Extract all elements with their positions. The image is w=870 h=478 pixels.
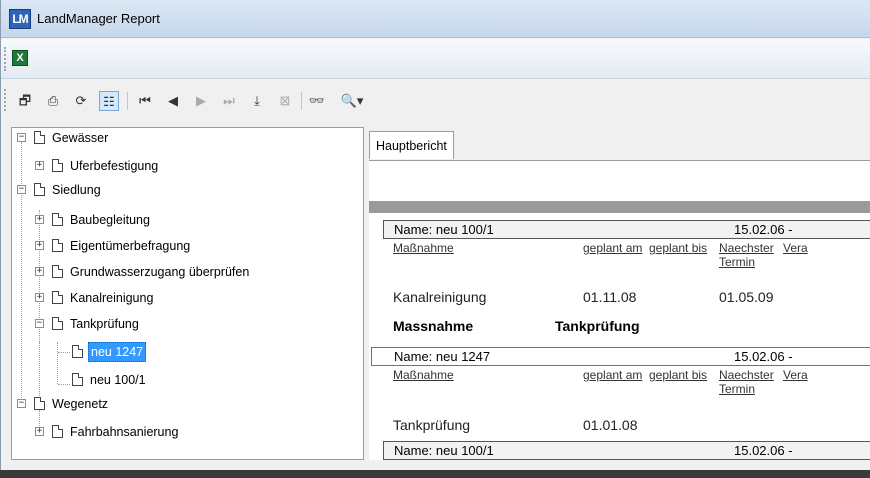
record-date: 15.02.06 - — [734, 222, 793, 237]
report-page: Name: neu 100/1 15.02.06 - Maßnahme gepl… — [369, 160, 870, 460]
document-icon — [72, 345, 83, 358]
tree-item-label: Gewässer — [52, 131, 109, 145]
toolbar-grip[interactable] — [4, 47, 7, 71]
tree-line — [58, 384, 70, 385]
group-value: Tankprüfung — [555, 318, 640, 334]
cell-massnahme: Tankprüfung — [393, 417, 471, 433]
tab-hauptbericht[interactable]: Hauptbericht — [369, 131, 454, 159]
record-header-selected[interactable]: Name: neu 1247 15.02.06 - — [371, 347, 870, 366]
cell-massnahme: Kanalreinigung — [393, 289, 487, 305]
collapse-icon[interactable]: − — [17, 399, 26, 408]
toolbar-grip[interactable] — [4, 89, 7, 111]
tree-item-label: Wegenetz — [52, 397, 109, 411]
document-icon — [52, 317, 63, 330]
tree-line — [39, 342, 40, 384]
record-name: Name: neu 100/1 — [394, 222, 494, 237]
col-header-geplant-bis[interactable]: geplant bis — [649, 368, 707, 382]
col-header-naechster[interactable]: Naechster — [719, 241, 774, 255]
document-icon — [52, 159, 63, 172]
cell-geplant-am: 01.01.08 — [583, 417, 638, 433]
group-tree-icon[interactable]: ☷ — [99, 91, 119, 111]
document-icon — [72, 373, 83, 386]
tree-item-label: Baubegleitung — [70, 213, 150, 227]
tree-item-label: Eigentümerbefragung — [70, 239, 191, 253]
report-toolbar — [1, 80, 870, 120]
col-header-termin[interactable]: Termin — [719, 255, 755, 269]
cell-geplant-am: 01.11.08 — [583, 289, 637, 305]
report-header-bar — [369, 201, 870, 213]
goto-page-icon[interactable]: ⤓ — [247, 91, 267, 111]
tree-item-label: Tankprüfung — [70, 317, 139, 331]
app-logo-icon: LM — [9, 9, 31, 29]
export-toolbar — [1, 39, 870, 79]
report-viewer: Hauptbericht Name: neu 100/1 15.02.06 - … — [369, 127, 870, 460]
tree-item-label: Kanalreinigung — [70, 291, 154, 305]
record-header[interactable]: Name: neu 100/1 15.02.06 - — [383, 441, 870, 460]
tree-item-label: Fahrbahnsanierung — [70, 425, 179, 439]
expand-icon[interactable]: + — [35, 293, 44, 302]
prev-page-icon[interactable]: ◀ — [163, 91, 183, 111]
record-name: Name: neu 100/1 — [394, 443, 494, 458]
expand-icon[interactable]: + — [35, 215, 44, 224]
refresh-icon[interactable]: ⟳ — [71, 91, 91, 111]
next-page-icon[interactable]: ▶ — [191, 91, 211, 111]
document-icon — [52, 265, 63, 278]
cell-naechster-termin: 01.05.09 — [719, 289, 774, 305]
group-tree: − Gewässer + Uferbefestigung − Siedlung … — [11, 127, 364, 460]
last-page-icon[interactable]: ⏭ — [219, 91, 239, 111]
stop-icon[interactable]: ⊠ — [275, 91, 295, 111]
col-header-vera[interactable]: Vera — [783, 368, 808, 382]
col-header-massnahme[interactable]: Maßnahme — [393, 368, 454, 382]
app-window: LM LandManager Report X 🗗 ⎙ ⟳ ☷ ⏮ ◀ ▶ ⏭ … — [0, 0, 870, 470]
collapse-icon[interactable]: − — [17, 185, 26, 194]
toolbar-separator — [301, 92, 302, 110]
document-icon — [52, 291, 63, 304]
tree-item-label: Uferbefestigung — [70, 159, 159, 173]
tree-item-label: neu 100/1 — [90, 373, 146, 387]
expand-icon[interactable]: + — [35, 161, 44, 170]
document-icon — [34, 183, 45, 196]
tree-line — [21, 188, 22, 400]
tree-line — [58, 352, 70, 353]
first-page-icon[interactable]: ⏮ — [135, 91, 155, 111]
toolbar-separator — [127, 92, 128, 110]
collapse-icon[interactable]: − — [17, 133, 26, 142]
expand-icon[interactable]: + — [35, 427, 44, 436]
record-date: 15.02.06 - — [734, 349, 793, 364]
expand-icon[interactable]: + — [35, 267, 44, 276]
record-name: Name: neu 1247 — [394, 349, 491, 364]
col-header-naechster[interactable]: Naechster — [719, 368, 774, 382]
tree-item-label: Grundwasserzugang überprüfen — [70, 265, 250, 279]
record-header[interactable]: Name: neu 100/1 15.02.06 - — [383, 220, 870, 239]
search-icon[interactable]: 👓 — [307, 91, 327, 111]
print-icon[interactable]: ⎙ — [43, 91, 63, 111]
record-date: 15.02.06 - — [734, 443, 793, 458]
tree-item-label-selected: neu 1247 — [88, 342, 147, 362]
export-icon[interactable]: 🗗 — [15, 91, 35, 111]
document-icon — [52, 213, 63, 226]
title-bar: LM LandManager Report — [1, 0, 870, 38]
col-header-termin[interactable]: Termin — [719, 382, 755, 396]
document-icon — [34, 397, 45, 410]
col-header-geplant-am[interactable]: geplant am — [583, 241, 642, 255]
col-header-massnahme[interactable]: Maßnahme — [393, 241, 454, 255]
document-icon — [34, 131, 45, 144]
tree-line — [21, 142, 22, 186]
document-icon — [52, 239, 63, 252]
collapse-icon[interactable]: − — [35, 319, 44, 328]
excel-export-icon[interactable]: X — [12, 50, 28, 66]
zoom-icon[interactable]: 🔍▾ — [335, 91, 369, 111]
col-header-geplant-am[interactable]: geplant am — [583, 368, 642, 382]
document-icon — [52, 425, 63, 438]
window-title: LandManager Report — [37, 11, 160, 26]
group-label: Massnahme — [393, 318, 474, 334]
col-header-geplant-bis[interactable]: geplant bis — [649, 241, 707, 255]
col-header-vera[interactable]: Vera — [783, 241, 808, 255]
tree-item-label: Siedlung — [52, 183, 101, 197]
tree-line — [57, 342, 58, 384]
expand-icon[interactable]: + — [35, 241, 44, 250]
window-shadow — [0, 470, 870, 478]
